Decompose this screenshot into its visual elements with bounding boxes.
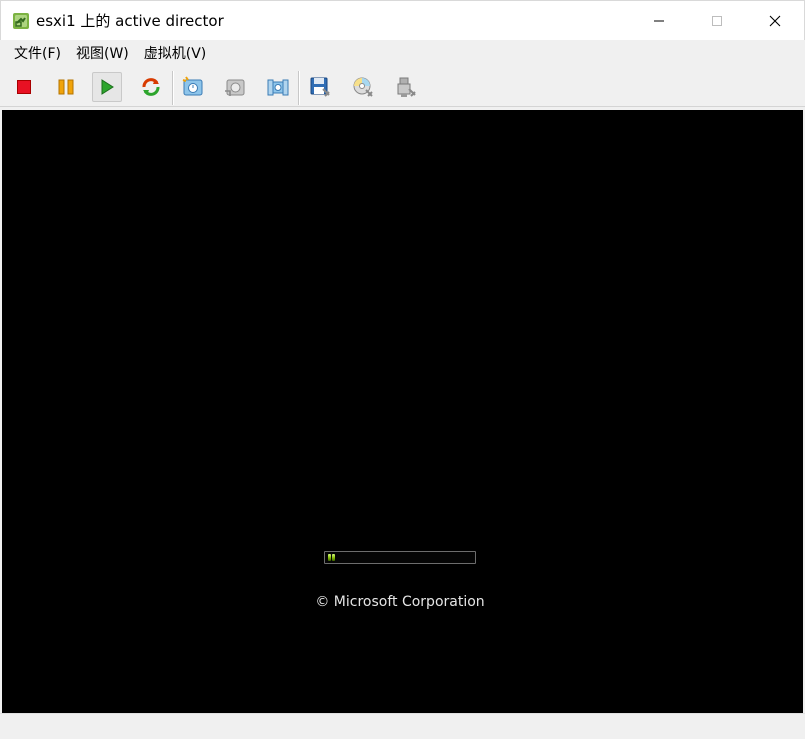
window-controls xyxy=(630,1,804,41)
window-title: esxi1 上的 active director xyxy=(36,12,224,30)
cd-dvd-icon xyxy=(353,77,373,97)
status-bar xyxy=(0,713,805,739)
cd-dvd-button[interactable] xyxy=(348,72,378,102)
boot-progress-bar xyxy=(324,551,476,564)
menu-view[interactable]: 视图(W) xyxy=(69,40,136,68)
menu-file[interactable]: 文件(F) xyxy=(7,40,68,68)
snapshot-manager-button[interactable] xyxy=(263,72,293,102)
toolbar-separator xyxy=(172,71,174,105)
copyright-text: © Microsoft Corporation xyxy=(315,594,485,610)
toolbar-separator xyxy=(298,71,300,105)
close-button[interactable] xyxy=(746,1,804,41)
vm-console[interactable]: © Microsoft Corporation xyxy=(2,110,803,713)
power-off-icon xyxy=(17,80,31,94)
menu-bar: 文件(F) 视图(W) 虚拟机(V) xyxy=(0,40,805,68)
minimize-icon xyxy=(654,20,664,22)
snapshot-manager-icon xyxy=(267,79,289,96)
network-adapter-button[interactable] xyxy=(391,72,421,102)
floppy-icon xyxy=(310,77,330,97)
power-on-button[interactable] xyxy=(92,72,122,102)
snapshot-button[interactable] xyxy=(178,72,208,102)
progress-block xyxy=(328,554,331,561)
reset-icon xyxy=(142,78,160,96)
progress-block xyxy=(332,554,335,561)
network-adapter-icon xyxy=(397,77,416,97)
power-off-button[interactable] xyxy=(9,72,39,102)
minimize-button[interactable] xyxy=(630,1,688,41)
menu-vm[interactable]: 虚拟机(V) xyxy=(137,40,214,68)
revert-snapshot-button[interactable] xyxy=(220,72,250,102)
title-bar: esxi1 上的 active director xyxy=(0,0,805,40)
close-icon xyxy=(769,15,781,27)
revert-snapshot-icon xyxy=(225,79,245,96)
power-on-icon xyxy=(101,79,114,95)
suspend-icon xyxy=(58,79,74,95)
floppy-button[interactable] xyxy=(305,72,335,102)
snapshot-icon xyxy=(182,76,203,96)
maximize-button[interactable] xyxy=(688,1,746,41)
suspend-button[interactable] xyxy=(51,72,81,102)
toolbar xyxy=(0,68,805,107)
maximize-icon xyxy=(712,16,722,26)
reset-button[interactable] xyxy=(136,72,166,102)
vsphere-icon xyxy=(13,12,29,29)
